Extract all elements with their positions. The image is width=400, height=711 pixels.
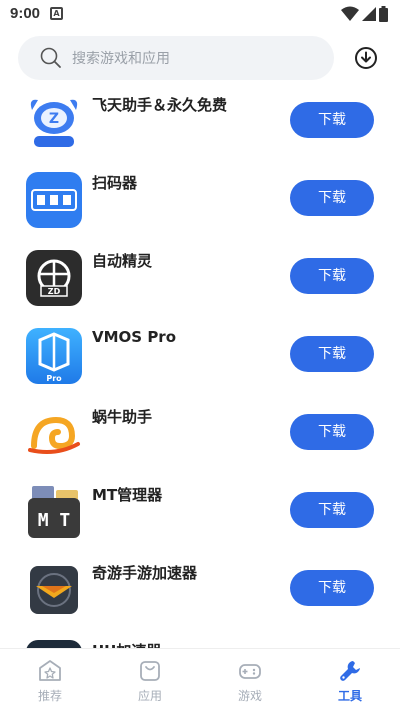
download-button[interactable]: 下载: [290, 180, 374, 216]
tab-tools[interactable]: 工具: [300, 649, 400, 711]
app-name: UU加速器: [92, 640, 161, 648]
nav-label: 应用: [137, 689, 162, 703]
list-item[interactable]: UU加速器 下载: [0, 636, 400, 648]
download-button[interactable]: 下载: [290, 102, 374, 138]
app-name: 蜗牛助手: [92, 408, 153, 426]
tab-apps[interactable]: 应用: [100, 649, 200, 711]
list-item[interactable]: Pro VMOS Pro 下载: [0, 324, 400, 402]
download-button[interactable]: 下载: [290, 492, 374, 528]
auto-sprite-icon: ZD: [26, 250, 82, 306]
svg-text:Z: Z: [49, 111, 59, 127]
download-button[interactable]: 下载: [290, 258, 374, 294]
wifi-icon: [341, 6, 359, 21]
app-name: 自动精灵: [92, 252, 153, 270]
vmos-icon: Pro: [26, 328, 82, 384]
bag-icon: [140, 661, 160, 681]
search-input[interactable]: 搜索游戏和应用: [18, 36, 334, 80]
list-item[interactable]: 扫码器 下载: [0, 168, 400, 246]
list-item[interactable]: Z 飞天助手＆永久免费 下载: [0, 90, 400, 168]
app-name: 奇游手游加速器: [92, 564, 198, 582]
star-house-icon: [39, 660, 61, 681]
feitian-icon: Z: [26, 94, 82, 150]
app-name: MT管理器: [92, 486, 163, 504]
list-item[interactable]: ZD 自动精灵 下载: [0, 246, 400, 324]
signal-icon: [362, 7, 376, 21]
nav-label: 游戏: [237, 689, 262, 703]
uu-icon: [26, 640, 82, 648]
app-name: 扫码器: [92, 174, 138, 192]
app-name: 飞天助手＆永久免费: [92, 96, 228, 114]
wrench-icon: [340, 661, 360, 681]
app-name: VMOS Pro: [92, 328, 177, 346]
search-icon: [40, 47, 61, 68]
download-manager-icon[interactable]: [354, 46, 378, 70]
download-button[interactable]: 下载: [290, 570, 374, 606]
gamepad-icon: [239, 664, 261, 679]
notification-icon: A: [50, 7, 63, 20]
snail-icon: [26, 406, 82, 462]
list-item[interactable]: 奇游手游加速器 下载: [0, 558, 400, 636]
status-time: 9:00: [10, 5, 41, 22]
list-item[interactable]: 蜗牛助手 下载: [0, 402, 400, 480]
battery-icon: [379, 6, 388, 22]
app-list[interactable]: Z 飞天助手＆永久免费 下载 扫码器 下载 ZD 自动精灵 下载 Pro VMO…: [0, 88, 400, 648]
scanner-icon: [26, 172, 82, 228]
search-placeholder: 搜索游戏和应用: [72, 51, 170, 67]
tab-games[interactable]: 游戏: [200, 649, 300, 711]
qiyou-icon: [26, 562, 82, 618]
svg-text:M T: M T: [38, 510, 71, 531]
list-item[interactable]: M T MT管理器 下载: [0, 480, 400, 558]
status-icons: [341, 6, 388, 22]
mt-manager-icon: M T: [26, 484, 82, 540]
tab-recommend[interactable]: 推荐: [0, 649, 100, 711]
svg-text:ZD: ZD: [48, 287, 61, 296]
download-button[interactable]: 下载: [290, 414, 374, 450]
status-bar: 9:00 A: [0, 0, 400, 28]
svg-text:Pro: Pro: [46, 374, 62, 383]
bottom-nav: 推荐 应用 游戏 工具: [0, 648, 400, 711]
download-button[interactable]: 下载: [290, 336, 374, 372]
nav-label: 工具: [337, 689, 362, 703]
nav-label: 推荐: [37, 689, 62, 703]
